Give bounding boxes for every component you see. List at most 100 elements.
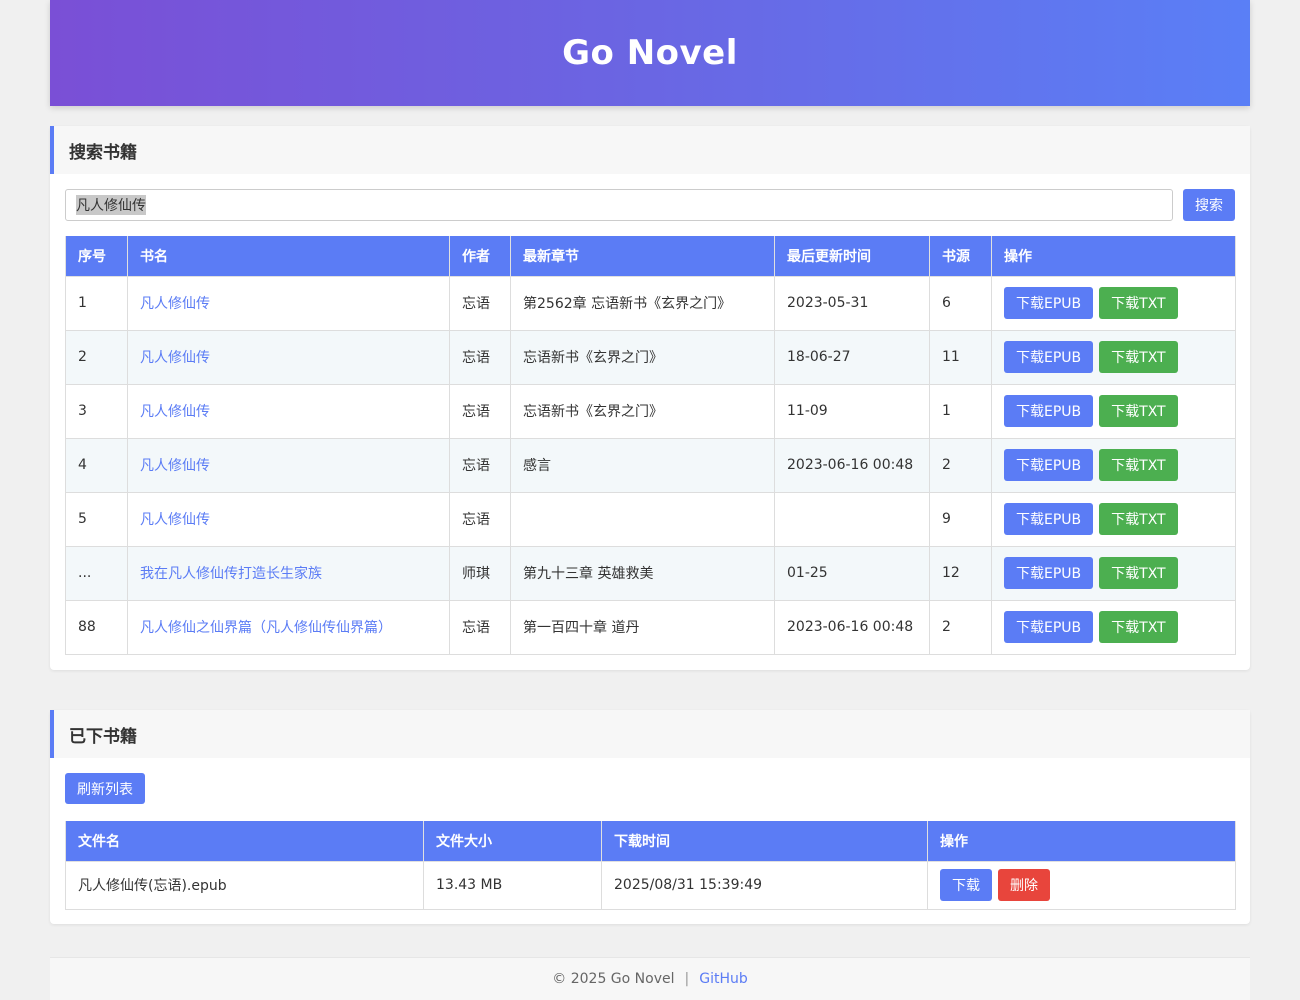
download-epub-button[interactable]: 下载EPUB <box>1004 341 1094 373</box>
download-epub-button[interactable]: 下载EPUB <box>1004 287 1094 319</box>
actions-cell: 下载EPUB 下载TXT <box>991 491 1236 547</box>
download-txt-button[interactable]: 下载TXT <box>1099 395 1178 427</box>
table-cell: 忘语 <box>449 599 511 655</box>
book-title-link[interactable]: 凡人修仙传 <box>140 296 210 312</box>
downloads-section: 已下书籍 刷新列表 文件名 文件大小 下载时间 操作 凡人修仙传(忘语).epub 13… <box>50 710 1250 924</box>
book-title-link[interactable]: 凡人修仙传 <box>140 512 210 528</box>
latest-chapter: 第九十三章 英雄救美 <box>523 566 654 582</box>
table-cell: 凡人修仙传 <box>127 437 450 493</box>
table-cell <box>774 491 930 547</box>
table-cell: 2 <box>929 599 992 655</box>
source-count: 9 <box>942 511 951 527</box>
actions-cell: 下载EPUB 下载TXT <box>991 599 1236 655</box>
table-cell: 忘语新书《玄界之门》 <box>510 329 775 385</box>
refresh-list-button[interactable]: 刷新列表 <box>65 773 145 804</box>
table-cell: 忘语 <box>449 329 511 385</box>
table-cell: 88 <box>65 599 128 655</box>
download-epub-button[interactable]: 下载EPUB <box>1004 611 1094 643</box>
search-results-table: 序号 书名 作者 最新章节 最后更新时间 书源 操作 1 凡人修仙传 忘语 第2562章 忘语新书… <box>65 236 1236 655</box>
table-cell: 1 <box>929 383 992 439</box>
latest-chapter: 忘语新书《玄界之门》 <box>523 350 663 366</box>
book-title-link[interactable]: 凡人修仙传 <box>140 404 210 420</box>
book-author: 忘语 <box>462 296 490 312</box>
table-cell: 凡人修仙传 <box>127 491 450 547</box>
book-title-link[interactable]: 我在凡人修仙传打造长生家族 <box>140 566 322 582</box>
latest-chapter: 第一百四十章 道丹 <box>523 620 640 636</box>
book-title-link[interactable]: 凡人修仙传 <box>140 350 210 366</box>
column-header: 最后更新时间 <box>774 236 930 277</box>
table-cell: 12 <box>929 545 992 601</box>
table-cell: 凡人修仙传(忘语).epub <box>65 860 424 910</box>
book-author: 忘语 <box>462 350 490 366</box>
downloads-header: 文件名 文件大小 下载时间 操作 <box>65 821 1236 862</box>
table-cell: 01-25 <box>774 545 930 601</box>
table-row: 3 凡人修仙传 忘语 忘语新书《玄界之门》 11-09 1 下载EPUB 下载TXT <box>65 383 1236 439</box>
delete-file-button[interactable]: 删除 <box>998 869 1050 901</box>
table-cell: 2023-06-16 00:48 <box>774 599 930 655</box>
footer-copyright: © 2025 Go Novel <box>552 971 675 987</box>
table-row: 1 凡人修仙传 忘语 第2562章 忘语新书《玄界之门》 2023-05-31 6 下载EP… <box>65 275 1236 331</box>
row-index: 88 <box>78 619 96 635</box>
actions-cell: 下载EPUB 下载TXT <box>991 275 1236 331</box>
download-epub-button[interactable]: 下载EPUB <box>1004 449 1094 481</box>
table-cell: 4 <box>65 437 128 493</box>
table-cell: 我在凡人修仙传打造长生家族 <box>127 545 450 601</box>
search-button[interactable]: 搜索 <box>1183 189 1235 221</box>
search-input[interactable]: 凡人修仙传 <box>65 189 1173 221</box>
download-txt-button[interactable]: 下载TXT <box>1099 341 1178 373</box>
row-index: 3 <box>78 403 87 419</box>
table-cell: 11 <box>929 329 992 385</box>
download-txt-button[interactable]: 下载TXT <box>1099 611 1178 643</box>
table-cell: 忘语新书《玄界之门》 <box>510 383 775 439</box>
table-cell: 忘语 <box>449 275 511 331</box>
table-cell: 2023-05-31 <box>774 275 930 331</box>
column-header: 书名 <box>127 236 450 277</box>
book-author: 忘语 <box>462 512 490 528</box>
latest-chapter: 第2562章 忘语新书《玄界之门》 <box>523 296 732 312</box>
download-txt-button[interactable]: 下载TXT <box>1099 287 1178 319</box>
table-cell: 2023-06-16 00:48 <box>774 437 930 493</box>
table-cell: ... <box>65 545 128 601</box>
footer-separator: | <box>684 971 690 987</box>
table-row: ... 我在凡人修仙传打造长生家族 师琪 第九十三章 英雄救美 01-25 12 下载EPU… <box>65 545 1236 601</box>
actions-cell: 下载 删除 <box>927 860 1236 910</box>
column-header: 作者 <box>449 236 511 277</box>
column-header: 操作 <box>927 821 1236 862</box>
app-title: Go Novel <box>562 33 738 73</box>
book-author: 忘语 <box>462 404 490 420</box>
column-header: 文件名 <box>65 821 424 862</box>
download-txt-button[interactable]: 下载TXT <box>1099 503 1178 535</box>
download-epub-button[interactable]: 下载EPUB <box>1004 557 1094 589</box>
download-file-button[interactable]: 下载 <box>940 869 992 901</box>
book-title-link[interactable]: 凡人修仙之仙界篇（凡人修仙传仙界篇） <box>140 620 392 636</box>
table-cell: 第九十三章 英雄救美 <box>510 545 775 601</box>
download-epub-button[interactable]: 下载EPUB <box>1004 503 1094 535</box>
row-index: 2 <box>78 349 87 365</box>
last-updated: 11-09 <box>787 403 828 419</box>
download-txt-button[interactable]: 下载TXT <box>1099 557 1178 589</box>
search-results-header: 序号 书名 作者 最新章节 最后更新时间 书源 操作 <box>65 236 1236 277</box>
download-txt-button[interactable]: 下载TXT <box>1099 449 1178 481</box>
table-cell: 第2562章 忘语新书《玄界之门》 <box>510 275 775 331</box>
downloads-table: 文件名 文件大小 下载时间 操作 凡人修仙传(忘语).epub 13.43 MB 2025… <box>65 821 1236 910</box>
row-index: 4 <box>78 457 87 473</box>
github-link[interactable]: GitHub <box>699 971 748 987</box>
table-cell: 感言 <box>510 437 775 493</box>
download-epub-button[interactable]: 下载EPUB <box>1004 395 1094 427</box>
row-index: 1 <box>78 295 87 311</box>
latest-chapter: 忘语新书《玄界之门》 <box>523 404 663 420</box>
search-bar: 凡人修仙传 搜索 <box>65 189 1235 221</box>
book-title-link[interactable]: 凡人修仙传 <box>140 458 210 474</box>
source-count: 1 <box>942 403 951 419</box>
table-row: 2 凡人修仙传 忘语 忘语新书《玄界之门》 18-06-27 11 下载EPUB 下载TXT <box>65 329 1236 385</box>
table-row: 4 凡人修仙传 忘语 感言 2023-06-16 00:48 2 下载EPUB 下载TXT <box>65 437 1236 493</box>
table-cell: 忘语 <box>449 491 511 547</box>
last-updated: 2023-06-16 00:48 <box>787 619 914 635</box>
table-cell: 9 <box>929 491 992 547</box>
table-cell: 1 <box>65 275 128 331</box>
column-header: 最新章节 <box>510 236 775 277</box>
actions-cell: 下载EPUB 下载TXT <box>991 383 1236 439</box>
table-cell <box>510 491 775 547</box>
table-cell: 忘语 <box>449 437 511 493</box>
column-header: 操作 <box>991 236 1236 277</box>
